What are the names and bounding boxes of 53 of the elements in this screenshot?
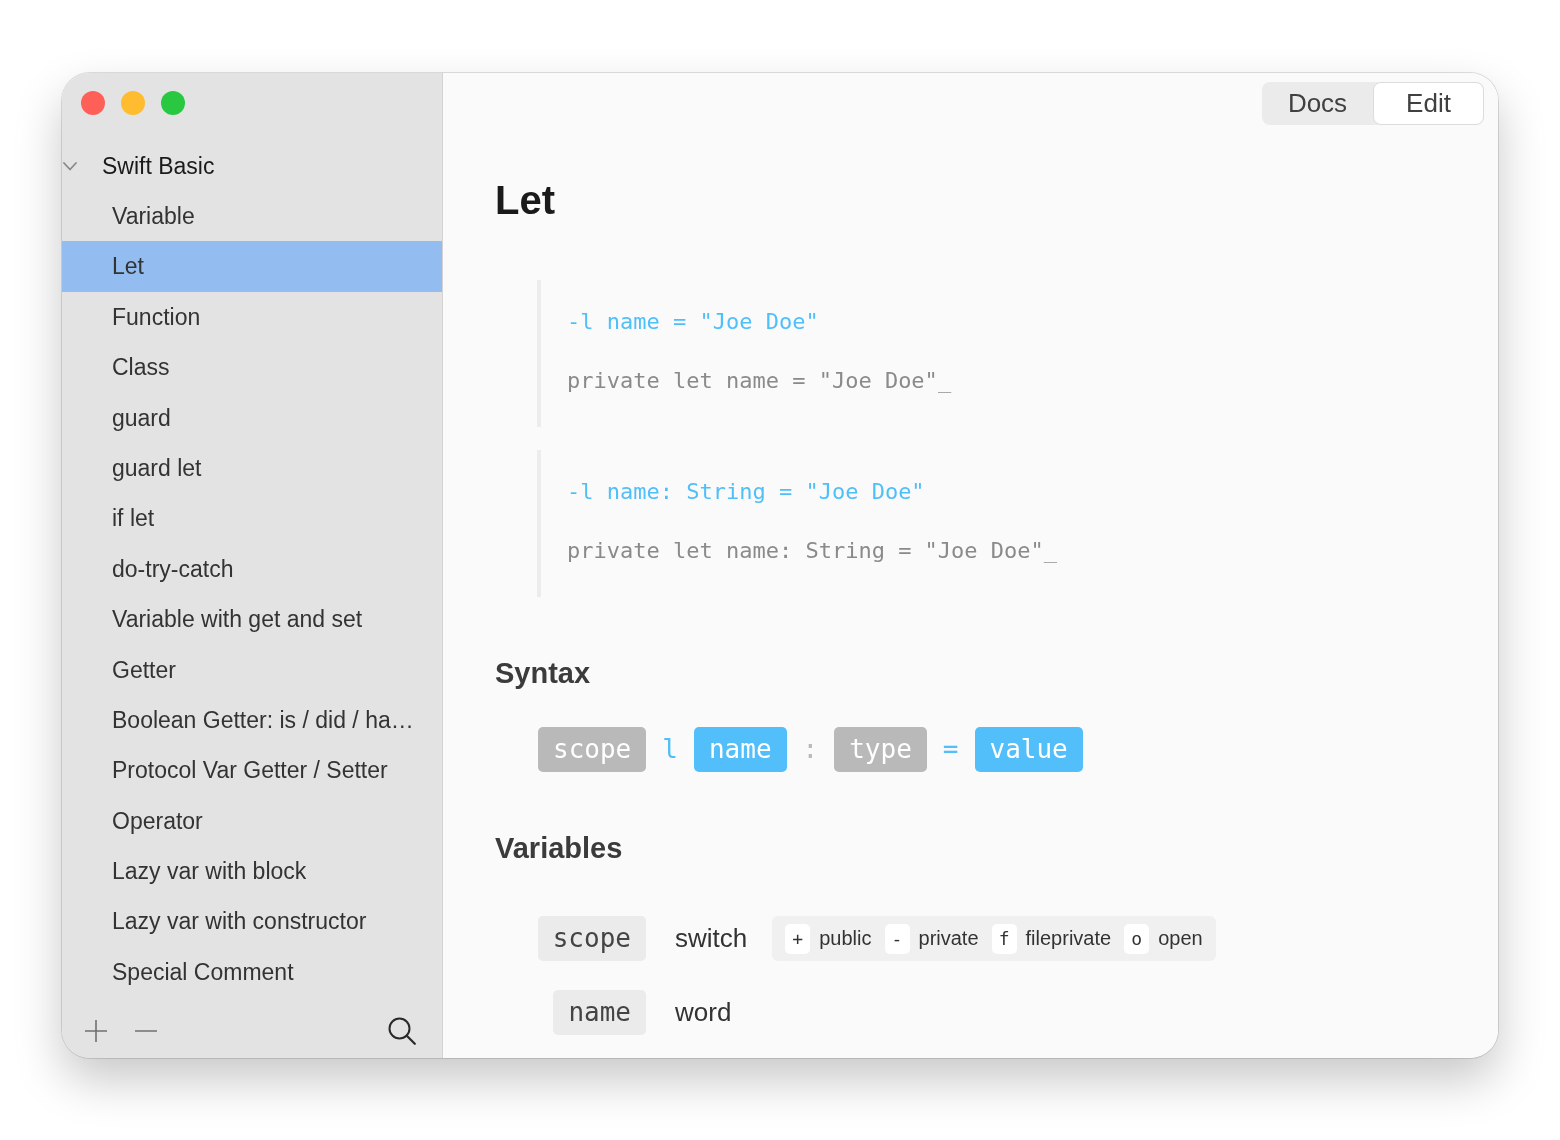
- sidebar-item[interactable]: Function: [62, 291, 442, 343]
- minimize-button[interactable]: [121, 91, 145, 115]
- option-label: open: [1158, 927, 1203, 950]
- option-symbol: +: [785, 923, 811, 954]
- sidebar-item[interactable]: Class: [62, 342, 442, 393]
- syntax-token: scope: [538, 727, 647, 772]
- code-line: -l name = "Joe Doe": [567, 308, 819, 336]
- plus-icon[interactable]: [84, 1019, 108, 1043]
- variable-term: name: [553, 990, 646, 1035]
- segment-tab[interactable]: Docs: [1262, 82, 1373, 125]
- sidebar-item[interactable]: Lazy var with constructor: [62, 896, 442, 947]
- option-label: fileprivate: [1025, 927, 1112, 950]
- sidebar-item[interactable]: Variable: [62, 191, 442, 242]
- code-line: -l name: String = "Joe Doe": [567, 478, 925, 506]
- variable-term: scope: [537, 916, 646, 961]
- section-heading: Syntax: [495, 656, 592, 690]
- sidebar-item[interactable]: Let: [62, 241, 442, 292]
- text-cursor: _: [937, 367, 952, 395]
- sidebar-item[interactable]: Getter: [62, 644, 442, 695]
- variable-description: switch: [675, 923, 748, 954]
- section-heading: Variables: [495, 831, 624, 865]
- code-line: private let name = "Joe Doe": [567, 367, 938, 395]
- sidebar-item[interactable]: if let: [62, 493, 442, 544]
- sidebar-item[interactable]: Lazy var with block: [62, 846, 442, 897]
- option-symbol: f: [991, 923, 1017, 954]
- segment-tab[interactable]: Edit: [1373, 82, 1484, 125]
- sidebar-item[interactable]: Special Comment: [62, 946, 442, 998]
- sidebar-item[interactable]: Boolean Getter: is / did / ha…: [62, 694, 442, 746]
- sidebar-item[interactable]: guard: [62, 392, 442, 443]
- variable-description: word: [675, 997, 733, 1028]
- page-title: Let: [495, 177, 556, 224]
- search-icon[interactable]: [388, 1017, 416, 1045]
- sidebar-group-title: Swift Basic: [102, 152, 215, 180]
- option-symbol: -: [884, 923, 910, 954]
- option-label: private: [918, 927, 979, 950]
- syntax-symbol: =: [941, 733, 960, 766]
- code-line: private let name: String = "Joe Doe": [567, 537, 1044, 565]
- syntax-token: value: [974, 727, 1083, 772]
- text-cursor: _: [1043, 537, 1058, 565]
- sidebar-item[interactable]: Protocol Var Getter / Setter: [62, 745, 442, 796]
- sidebar-item[interactable]: guard let: [62, 442, 442, 494]
- syntax-symbol: :: [801, 733, 820, 766]
- option-symbol: o: [1124, 923, 1150, 954]
- zoom-button[interactable]: [161, 91, 185, 115]
- option-label: public: [819, 927, 872, 950]
- syntax-symbol: l: [661, 733, 679, 766]
- sidebar-item[interactable]: Variable with get and set: [62, 594, 442, 645]
- syntax-token: name: [693, 727, 787, 772]
- chevron-down-icon[interactable]: [63, 161, 77, 171]
- syntax-token: type: [834, 727, 927, 772]
- sidebar-item[interactable]: do-try-catch: [62, 543, 442, 595]
- sidebar-item[interactable]: Operator: [62, 795, 442, 847]
- close-button[interactable]: [81, 91, 105, 115]
